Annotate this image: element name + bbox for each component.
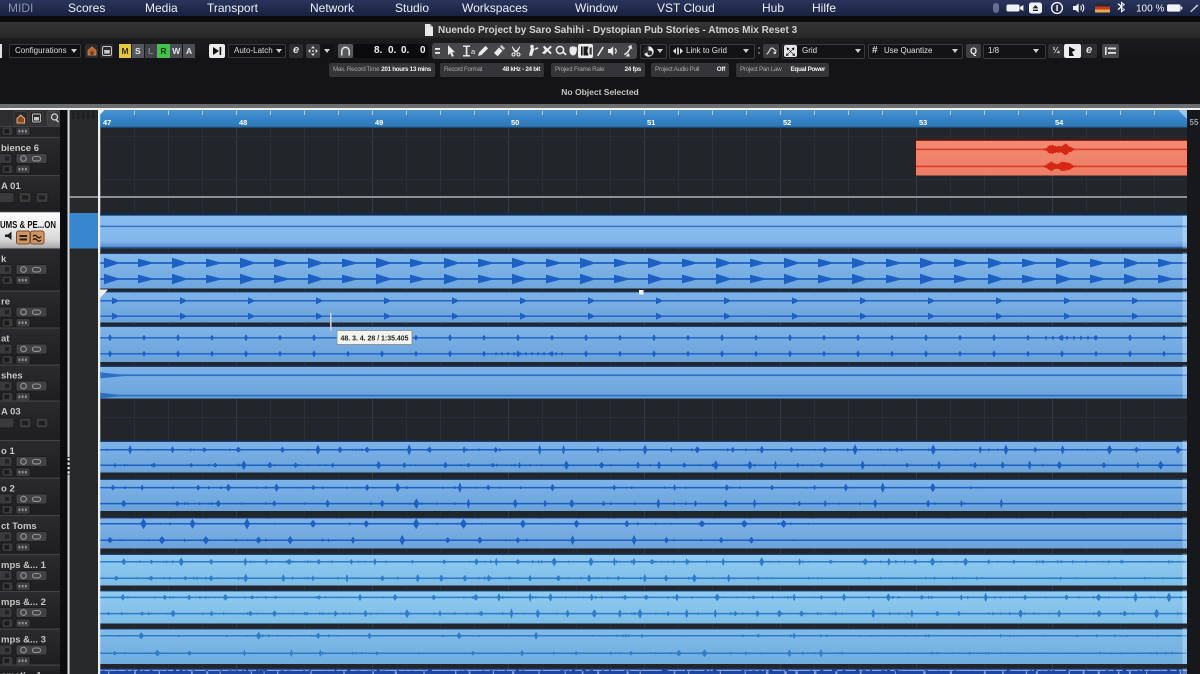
svg-text:mps &... 1: mps &... 1 xyxy=(1,560,47,571)
svg-text:emati... 1: emati... 1 xyxy=(1,671,42,674)
svg-text:a: a xyxy=(471,47,476,56)
svg-text:49: 49 xyxy=(375,118,383,127)
svg-text:o 2: o 2 xyxy=(1,484,15,495)
svg-text:52: 52 xyxy=(783,118,791,127)
svg-text:55: 55 xyxy=(1190,118,1199,127)
svg-text:mps &... 3: mps &... 3 xyxy=(1,635,46,646)
svg-text:A 01: A 01 xyxy=(1,181,21,192)
svg-text:50: 50 xyxy=(511,118,519,127)
svg-text:shes: shes xyxy=(1,371,23,382)
svg-text:o 1: o 1 xyxy=(1,446,15,457)
svg-text:bience 6: bience 6 xyxy=(1,143,39,154)
svg-text:ct Toms: ct Toms xyxy=(1,521,37,532)
svg-text:re: re xyxy=(1,297,10,308)
svg-text:47: 47 xyxy=(103,118,111,127)
svg-text:48: 48 xyxy=(239,118,247,127)
svg-text:53: 53 xyxy=(919,118,927,127)
svg-text:100 %: 100 % xyxy=(1136,4,1164,15)
svg-text:mps &... 2: mps &... 2 xyxy=(1,597,46,608)
svg-text:k: k xyxy=(1,254,7,265)
svg-text:51: 51 xyxy=(647,118,655,127)
svg-text:48. 3. 4. 28 / 1:35.405: 48. 3. 4. 28 / 1:35.405 xyxy=(341,333,409,342)
svg-text:54: 54 xyxy=(1055,118,1064,127)
svg-text:UMS & PE...ON: UMS & PE...ON xyxy=(0,220,56,231)
svg-text:A 03: A 03 xyxy=(1,407,21,418)
svg-text:at: at xyxy=(1,334,10,345)
